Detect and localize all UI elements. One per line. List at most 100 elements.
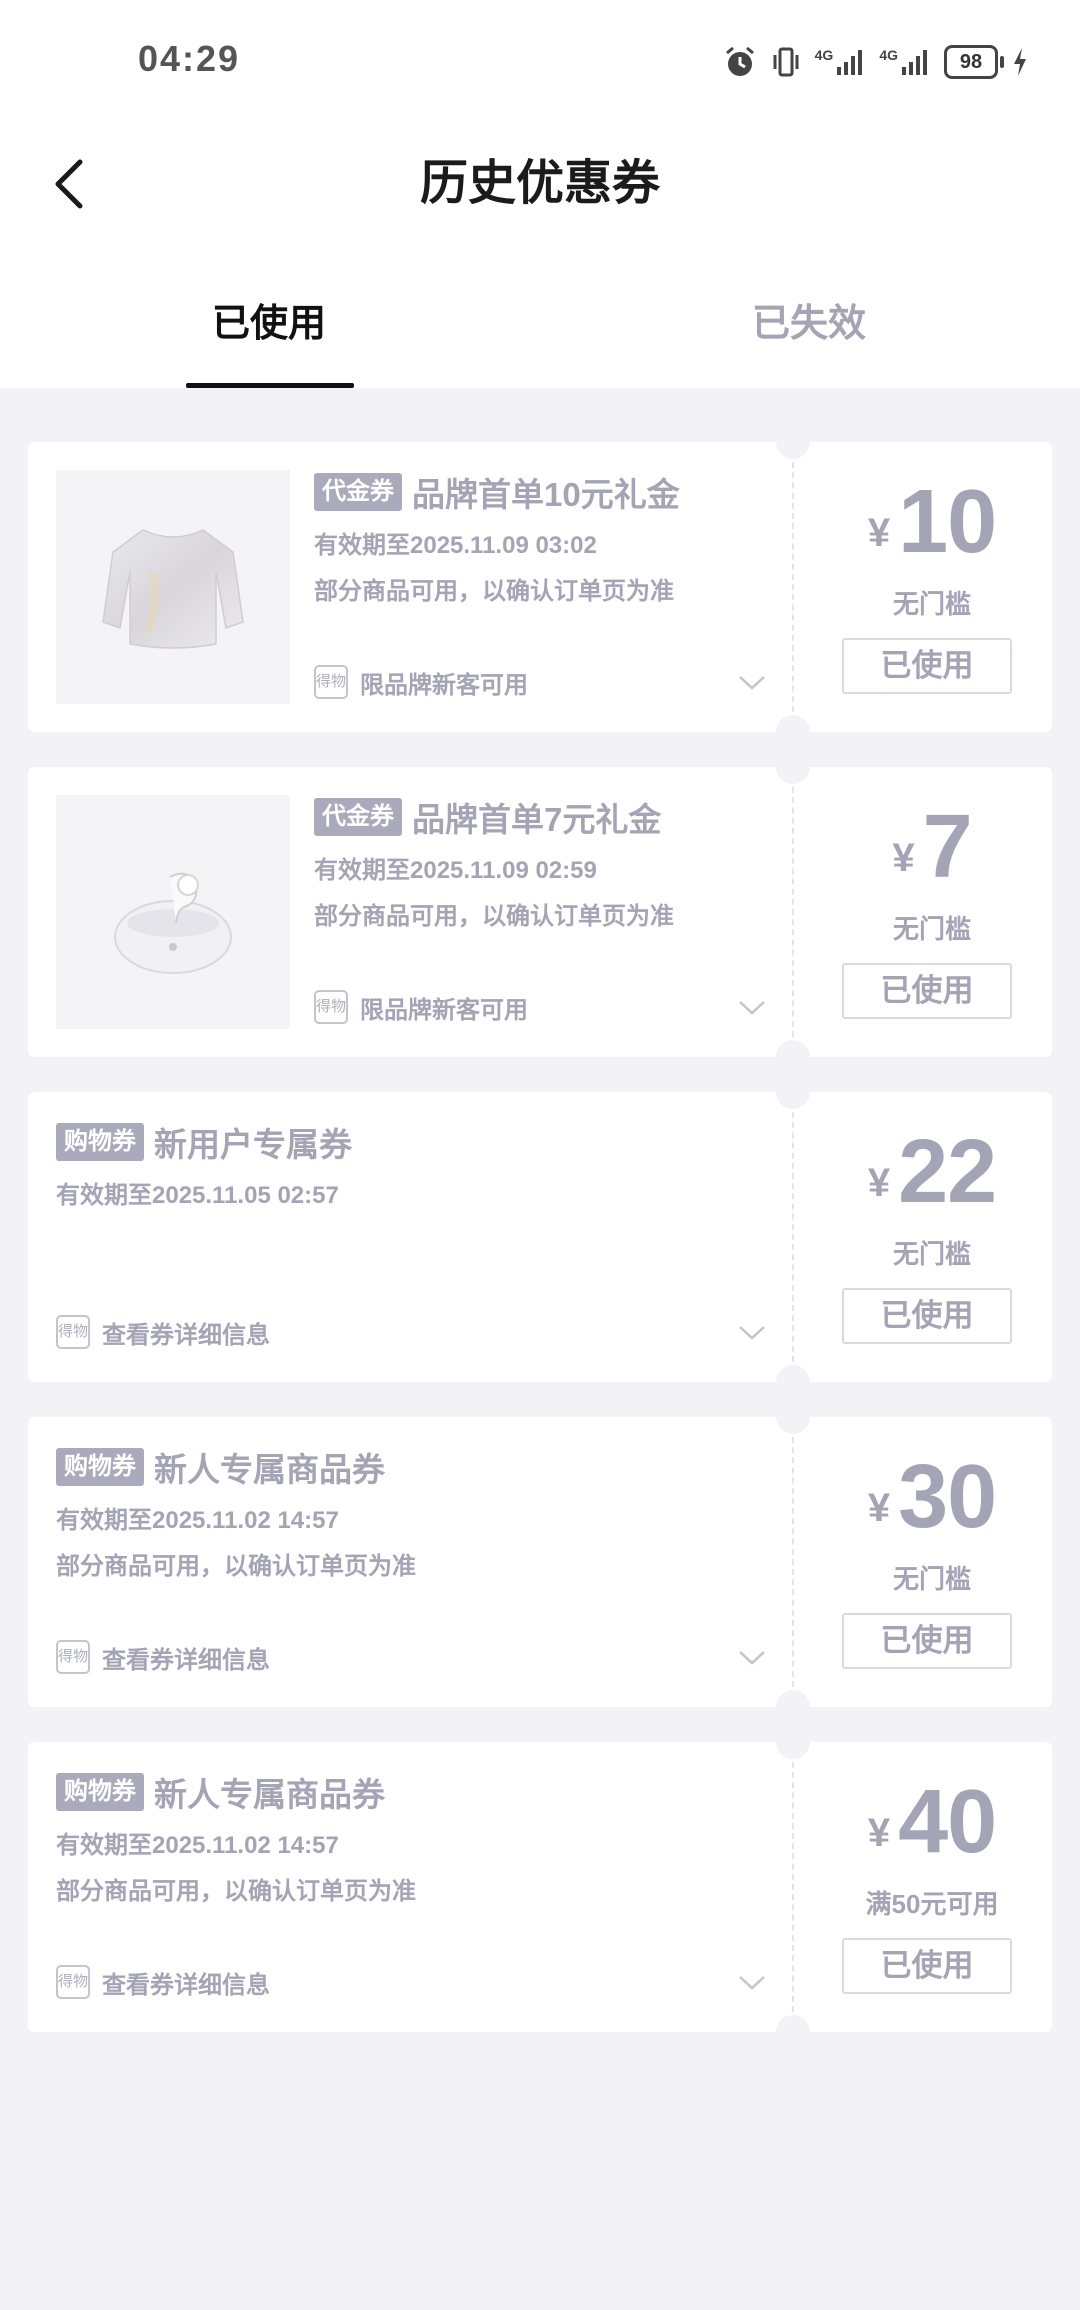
status-time: 04:29	[138, 38, 241, 79]
coupon-amount: ¥22	[812, 1122, 1052, 1222]
status-bar: 04:29 4G 4G 98	[0, 0, 1080, 120]
coupon-card[interactable]: 购物券 新人专属商品券 有效期至2025.11.02 14:57 部分商品可用，…	[28, 1400, 1052, 1724]
coupon-validity: 有效期至2025.11.02 14:57	[56, 1832, 339, 1859]
coupon-details-link[interactable]: 查看券详细信息	[102, 1315, 270, 1350]
coupon-tag: 代金券	[314, 473, 402, 511]
used-status-button[interactable]: 已使用	[842, 1938, 1012, 1994]
shop-icon: 得物	[56, 1640, 90, 1674]
chevron-down-icon[interactable]	[738, 1324, 766, 1342]
amount-value: 10	[898, 472, 997, 572]
product-image	[56, 795, 290, 1029]
coupon-validity: 有效期至2025.11.09 03:02	[314, 532, 597, 559]
coupon-threshold: 无门槛	[892, 1564, 971, 1594]
amount-value: 22	[898, 1122, 997, 1222]
coupon-scope: 部分商品可用，以确认订单页为准	[56, 1878, 416, 1905]
coupon-scope: 部分商品可用，以确认订单页为准	[56, 1553, 416, 1580]
dashed-divider	[792, 787, 794, 1037]
card-notch	[776, 715, 810, 749]
card-notch	[776, 1400, 810, 1434]
amount-value: 7	[922, 797, 973, 897]
active-tab-indicator	[186, 383, 354, 388]
coupon-amount-area: ¥40 满50元可用 已使用	[812, 1742, 1052, 2032]
vibrate-icon	[773, 47, 799, 77]
coupon-amount: ¥10	[812, 472, 1052, 572]
coupon-validity: 有效期至2025.11.09 02:59	[314, 857, 597, 884]
coupon-tag: 购物券	[56, 1773, 144, 1811]
chevron-down-icon[interactable]	[738, 1974, 766, 1992]
coupon-card[interactable]: 代金券 品牌首单7元礼金 有效期至2025.11.09 02:59 部分商品可用…	[28, 750, 1052, 1074]
header-area: 04:29 4G 4G 98 历史优惠券 已使用 已失效	[0, 0, 1080, 388]
coupon-threshold: 无门槛	[892, 914, 971, 944]
signal-1-icon: 4G	[815, 47, 866, 77]
card-notch	[776, 1365, 810, 1399]
coupon-card[interactable]: 购物券 新用户专属券 有效期至2025.11.05 02:57 得物 查看券详细…	[28, 1075, 1052, 1399]
coupon-tag: 代金券	[314, 798, 402, 836]
coupon-amount-area: ¥30 无门槛 已使用	[812, 1417, 1052, 1707]
amount-value: 40	[898, 1772, 997, 1872]
shop-icon: 得物	[314, 665, 348, 699]
coupon-card[interactable]: 购物券 新人专属商品券 有效期至2025.11.02 14:57 部分商品可用，…	[28, 1725, 1052, 2049]
coupon-amount: ¥7	[812, 797, 1052, 897]
chevron-down-icon[interactable]	[738, 674, 766, 692]
charging-icon	[1014, 48, 1026, 76]
coupon-amount: ¥30	[812, 1447, 1052, 1547]
currency-symbol: ¥	[867, 1811, 891, 1855]
earbuds-icon	[114, 872, 232, 974]
coupon-card[interactable]: 代金券 品牌首单10元礼金 有效期至2025.11.09 03:02 部分商品可…	[28, 425, 1052, 749]
currency-symbol: ¥	[867, 511, 891, 555]
dashed-divider	[792, 1762, 794, 2012]
coupon-amount-area: ¥22 无门槛 已使用	[812, 1092, 1052, 1382]
chevron-down-icon[interactable]	[738, 999, 766, 1017]
chevron-down-icon[interactable]	[738, 1649, 766, 1667]
tab-used[interactable]: 已使用	[186, 296, 352, 352]
coupon-amount-area: ¥10 无门槛 已使用	[812, 442, 1052, 732]
coupon-title: 品牌首单7元礼金	[412, 801, 662, 838]
dashed-divider	[792, 462, 794, 712]
shop-icon: 得物	[56, 1965, 90, 1999]
currency-symbol: ¥	[867, 1486, 891, 1530]
shop-icon: 得物	[56, 1315, 90, 1349]
dashed-divider	[792, 1437, 794, 1687]
product-image	[56, 470, 290, 704]
coupon-validity: 有效期至2025.11.02 14:57	[56, 1507, 339, 1534]
used-status-button[interactable]: 已使用	[842, 638, 1012, 694]
coupon-details-link[interactable]: 查看券详细信息	[102, 1965, 270, 2000]
card-notch	[776, 1690, 810, 1724]
battery-icon: 98	[944, 45, 1004, 79]
coupon-title: 品牌首单10元礼金	[412, 476, 680, 513]
shop-icon: 得物	[314, 990, 348, 1024]
card-notch	[776, 425, 810, 459]
coupon-details-link[interactable]: 查看券详细信息	[102, 1640, 270, 1675]
sweater-icon	[102, 529, 244, 649]
currency-symbol: ¥	[867, 1161, 891, 1205]
dashed-divider	[792, 1112, 794, 1362]
coupon-title: 新人专属商品券	[154, 1776, 385, 1813]
card-notch	[776, 1040, 810, 1074]
coupon-title: 新人专属商品券	[154, 1451, 385, 1488]
tab-expired[interactable]: 已失效	[726, 296, 892, 352]
signal-2-icon: 4G	[879, 47, 930, 77]
coupon-condition: 限品牌新客可用	[360, 671, 528, 699]
coupon-amount: ¥40	[812, 1772, 1052, 1872]
card-notch	[776, 750, 810, 784]
amount-value: 30	[898, 1447, 997, 1547]
nav-bar: 历史优惠券	[0, 120, 1080, 250]
status-icons: 4G 4G 98	[723, 40, 1028, 84]
used-status-button[interactable]: 已使用	[842, 963, 1012, 1019]
page-title: 历史优惠券	[419, 157, 660, 210]
tab-bar: 已使用 已失效	[0, 280, 1080, 388]
coupon-tag: 购物券	[56, 1123, 144, 1161]
coupon-threshold: 满50元可用	[865, 1889, 999, 1919]
card-notch	[776, 1075, 810, 1109]
network-type-2: 4G	[879, 47, 898, 63]
used-status-button[interactable]: 已使用	[842, 1613, 1012, 1669]
coupon-threshold: 无门槛	[892, 1239, 971, 1269]
network-type-1: 4G	[814, 47, 834, 63]
coupon-scope: 部分商品可用，以确认订单页为准	[314, 578, 674, 605]
coupon-amount-area: ¥7 无门槛 已使用	[812, 767, 1052, 1057]
coupon-condition: 限品牌新客可用	[360, 996, 528, 1024]
used-status-button[interactable]: 已使用	[842, 1288, 1012, 1344]
coupon-tag: 购物券	[56, 1448, 144, 1486]
coupon-title: 新用户专属券	[154, 1126, 352, 1163]
battery-level: 98	[959, 50, 983, 73]
